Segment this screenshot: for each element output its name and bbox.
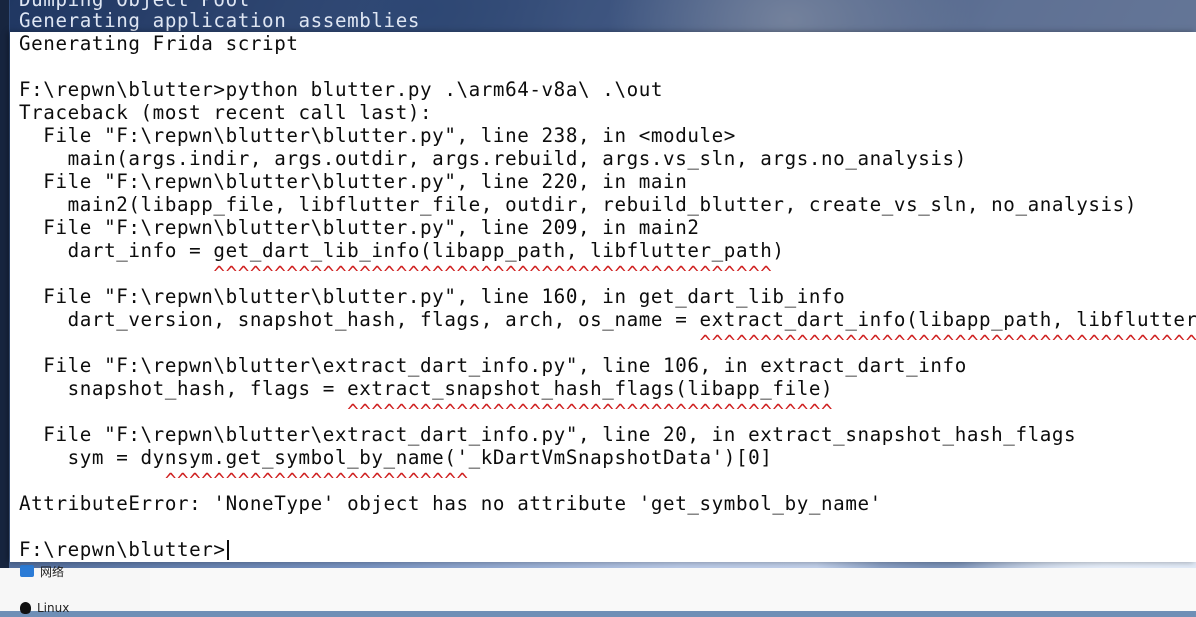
nav-item-network-label: 网络 [40, 564, 65, 579]
explorer-content-pane [150, 568, 1196, 611]
console-line: File "F:\repwn\blutter\blutter.py", line… [19, 216, 700, 239]
linux-penguin-icon [20, 602, 31, 614]
terminal-output[interactable]: Generating Frida script F:\repwn\blutter>… [19, 32, 1196, 562]
console-line: dart_info = get_dart_lib_info(libapp_pat… [19, 239, 785, 262]
network-icon [20, 565, 34, 577]
console-line: main(args.indir, args.outdir, args.rebui… [19, 147, 967, 170]
terminal-window[interactable]: Generating Frida script F:\repwn\blutter>… [10, 32, 1196, 562]
console-line: Traceback (most recent call last): [19, 101, 433, 124]
console-line: File "F:\repwn\blutter\blutter.py", line… [19, 285, 846, 308]
console-line: File "F:\repwn\blutter\blutter.py", line… [19, 124, 736, 147]
console-line: sym = dynsym.get_symbol_by_name('_kDartV… [19, 446, 773, 469]
console-line: ^^^^^^^^^^^^^^^^^^^^^^^^^ [19, 469, 469, 492]
terminal-border [0, 0, 9, 568]
console-line: File "F:\repwn\blutter\extract_dart_info… [19, 423, 1077, 446]
scrollback-line: Generating application assemblies [19, 9, 421, 32]
nav-item-linux[interactable]: Linux [20, 599, 69, 617]
terminal-scrollback: Dumping Object Pool Generating applicati… [10, 0, 1196, 32]
file-explorer-window: 网络 Linux [0, 565, 1196, 615]
explorer-navigation-pane: 网络 Linux [0, 565, 151, 615]
console-line: snapshot_hash, flags = extract_snapshot_… [19, 377, 834, 400]
console-line: AttributeError: 'NoneType' object has no… [19, 492, 882, 515]
console-line: File "F:\repwn\blutter\extract_dart_info… [19, 354, 967, 377]
console-line: File "F:\repwn\blutter\blutter.py", line… [19, 170, 688, 193]
console-line: ^^^^^^^^^^^^^^^^^^^^^^^^^^^^^^^^^^^^^^^^… [19, 262, 773, 285]
nav-item-linux-label: Linux [37, 601, 70, 615]
console-line: Generating Frida script [19, 32, 299, 55]
console-line: main2(libapp_file, libflutter_file, outd… [19, 193, 1137, 216]
text-cursor [226, 540, 229, 560]
console-line: dart_version, snapshot_hash, flags, arch… [19, 308, 1196, 331]
console-line: F:\repwn\blutter>python blutter.py .\arm… [19, 78, 664, 101]
command-prompt: F:\repwn\blutter> [19, 538, 229, 561]
console-line: ^^^^^^^^^^^^^^^^^^^^^^^^^^^^^^^^^^^^^^^^… [19, 331, 1196, 354]
console-line: ^^^^^^^^^^^^^^^^^^^^^^^^^^^^^^^^^^^^^^^^ [19, 400, 834, 423]
nav-item-network[interactable]: 网络 [20, 562, 64, 580]
